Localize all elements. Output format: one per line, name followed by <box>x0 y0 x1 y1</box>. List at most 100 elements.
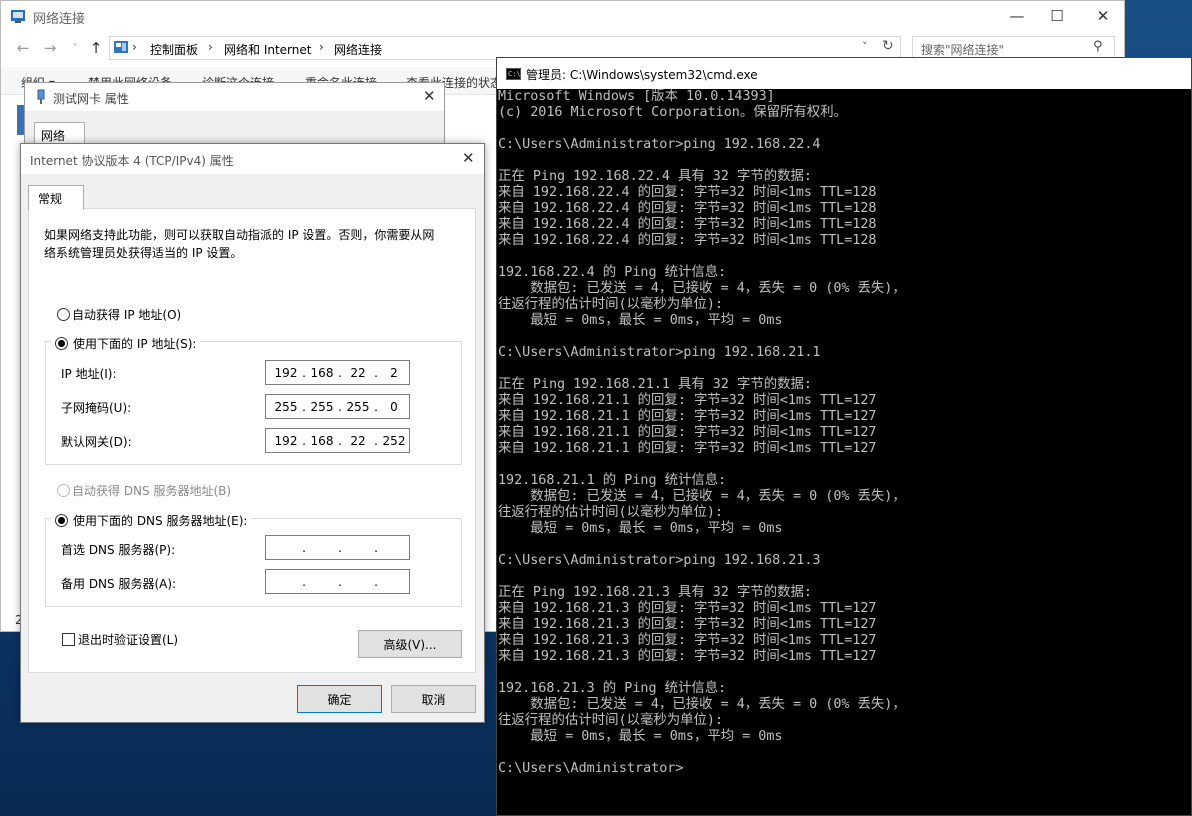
maximize-icon[interactable]: ☐ <box>1034 1 1080 31</box>
octet-dot: . <box>338 433 342 448</box>
auto-dns-radio[interactable] <box>57 484 70 497</box>
intro-text-line2: 络系统管理员处获得适当的 IP 设置。 <box>44 246 243 260</box>
console-line: 正在 Ping 192.168.21.1 具有 32 字节的数据: <box>498 377 812 392</box>
advanced-button[interactable]: 高级(V)... <box>358 630 462 658</box>
breadcrumb-separator-icon: › <box>319 40 324 54</box>
alternate-dns-field[interactable]: . . . <box>265 569 410 594</box>
console-line: 最短 = 0ms，最长 = 0ms，平均 = 0ms <box>498 313 783 328</box>
breadcrumb-network-internet[interactable]: 网络和 Internet <box>224 41 311 58</box>
window-title: 网络连接 <box>33 12 86 27</box>
cmd-prompt-icon: C:\ <box>506 68 521 80</box>
manual-dns-legend: 使用下面的 DNS 服务器地址(E): <box>51 509 252 529</box>
breadcrumb-separator-icon: › <box>132 40 137 54</box>
octet-dot: . <box>302 399 306 414</box>
octet-dot: . <box>338 365 342 380</box>
octet: 192 <box>274 365 298 380</box>
octet-dot: . <box>374 399 378 414</box>
explorer-titlebar: 网络连接 — ☐ ✕ <box>1 1 1124 31</box>
breadcrumb-control-panel[interactable]: 控制面板 <box>150 41 198 58</box>
console-line: 往返行程的估计时间(以毫秒为单位): <box>498 713 724 728</box>
octet-dot: . <box>302 433 306 448</box>
subnet-mask-field[interactable]: 255. 255. 255. 0 <box>265 394 410 419</box>
octet: 255 <box>310 399 334 414</box>
breadcrumb-network-connections[interactable]: 网络连接 <box>334 41 382 58</box>
search-icon[interactable]: ⚲ <box>1093 39 1103 54</box>
console-line: 来自 192.168.21.3 的回复: 字节=32 时间<1ms TTL=12… <box>498 617 877 632</box>
validate-checkbox[interactable] <box>62 633 75 646</box>
console-line: C:\Users\Administrator>ping 192.168.21.3 <box>498 553 821 568</box>
subnet-mask-label: 子网掩码(U): <box>61 401 132 415</box>
manual-ip-radio[interactable] <box>55 336 68 350</box>
back-arrow-icon[interactable]: ← <box>12 37 34 59</box>
close-icon[interactable]: ✕ <box>1080 1 1126 31</box>
octet: 192 <box>274 433 298 448</box>
up-arrow-icon[interactable]: ↑ <box>85 37 107 59</box>
tab-general-label: 常规 <box>38 192 63 206</box>
octet-dot: . <box>302 365 306 380</box>
manual-ip-legend: 使用下面的 IP 地址(S): <box>51 332 201 352</box>
octet-dot: . <box>374 540 378 555</box>
general-panel: 如果网络支持此功能，则可以获取自动指派的 IP 设置。否则，你需要从网 络系统管… <box>28 208 476 673</box>
console-line: 往返行程的估计时间(以毫秒为单位): <box>498 505 724 520</box>
auto-ip-radio[interactable] <box>57 308 70 321</box>
octet: 22 <box>350 365 366 380</box>
console-line: 来自 192.168.21.1 的回复: 字节=32 时间<1ms TTL=12… <box>498 393 877 408</box>
console-line: 正在 Ping 192.168.22.4 具有 32 字节的数据: <box>498 169 812 184</box>
console-line: C:\Users\Administrator>ping 192.168.22.4 <box>498 137 821 152</box>
validate-label: 退出时验证设置(L) <box>78 633 179 647</box>
preferred-dns-field[interactable]: . . . <box>265 535 410 560</box>
ipv4-titlebar: Internet 协议版本 4 (TCP/IPv4) 属性 ✕ <box>21 144 484 174</box>
octet: 255 <box>274 399 298 414</box>
refresh-icon[interactable]: ↻ <box>882 38 894 54</box>
console-line: C:\Users\Administrator>ping 192.168.21.1 <box>498 345 821 360</box>
console-line: 来自 192.168.22.4 的回复: 字节=32 时间<1ms TTL=12… <box>498 201 877 216</box>
intro-text-line1: 如果网络支持此功能，则可以获取自动指派的 IP 设置。否则，你需要从网 <box>44 228 435 242</box>
octet: 168 <box>310 433 334 448</box>
gateway-field[interactable]: 192. 168. 22. 252 <box>265 428 410 453</box>
console-line: Microsoft Windows [版本 10.0.14393] <box>498 89 775 104</box>
control-panel-icon <box>114 41 128 53</box>
breadcrumb-separator-icon: › <box>208 40 213 54</box>
console-line: 正在 Ping 192.168.21.3 具有 32 字节的数据: <box>498 585 812 600</box>
forward-arrow-icon[interactable]: → <box>39 37 61 59</box>
console-line: 192.168.21.1 的 Ping 统计信息: <box>498 473 727 488</box>
tab-network-label: 网络 <box>41 129 66 143</box>
address-dropdown-icon[interactable]: ˅ <box>862 40 868 53</box>
octet: 22 <box>350 433 366 448</box>
network-adapter-icon <box>37 89 45 104</box>
recent-chevron-icon[interactable]: ˅ <box>64 37 86 59</box>
console-line: 来自 192.168.22.4 的回复: 字节=32 时间<1ms TTL=12… <box>498 233 877 248</box>
console-line: 来自 192.168.21.1 的回复: 字节=32 时间<1ms TTL=12… <box>498 409 877 424</box>
auto-dns-label: 自动获得 DNS 服务器地址(B) <box>72 484 232 498</box>
tab-general[interactable]: 常规 <box>28 185 84 210</box>
console-line: (c) 2016 Microsoft Corporation。保留所有权利。 <box>498 105 847 120</box>
preferred-dns-label: 首选 DNS 服务器(P): <box>61 543 176 557</box>
manual-dns-radio[interactable] <box>55 513 68 527</box>
cmd-titlebar: C:\ 管理员: C:\Windows\system32\cmd.exe <box>497 58 1191 89</box>
adapter-dialog-title: 测试网卡 属性 <box>53 92 129 106</box>
ip-address-field[interactable]: 192. 168. 22. 2 <box>265 360 410 385</box>
auto-ip-label: 自动获得 IP 地址(O) <box>72 308 182 322</box>
ok-button[interactable]: 确定 <box>297 685 382 713</box>
octet-dot: . <box>338 574 342 589</box>
close-icon[interactable]: ✕ <box>462 149 475 167</box>
network-folder-icon <box>11 10 25 23</box>
octet-dot: . <box>374 433 378 448</box>
octet-dot: . <box>302 540 306 555</box>
cancel-button[interactable]: 取消 <box>391 685 476 713</box>
alternate-dns-label: 备用 DNS 服务器(A): <box>61 577 177 591</box>
close-icon[interactable]: ✕ <box>423 87 436 105</box>
console-line: 最短 = 0ms，最长 = 0ms，平均 = 0ms <box>498 521 783 536</box>
octet-dot: . <box>338 399 342 414</box>
octet: 252 <box>382 433 406 448</box>
console-line: 来自 192.168.21.3 的回复: 字节=32 时间<1ms TTL=12… <box>498 601 877 616</box>
console-output[interactable]: Microsoft Windows [版本 10.0.14393] (c) 201… <box>497 89 1191 815</box>
console-line: 往返行程的估计时间(以毫秒为单位): <box>498 297 724 312</box>
console-line: 来自 192.168.21.1 的回复: 字节=32 时间<1ms TTL=12… <box>498 441 877 456</box>
